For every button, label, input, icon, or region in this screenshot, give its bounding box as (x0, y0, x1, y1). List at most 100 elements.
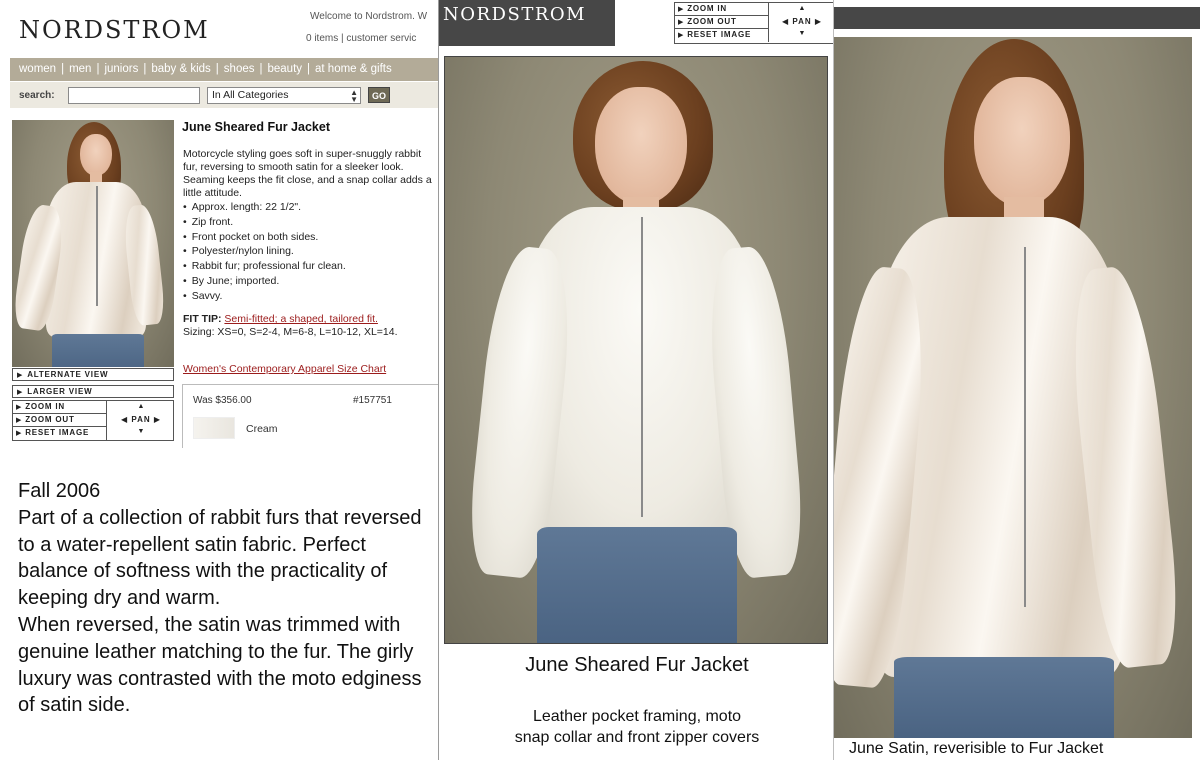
nav-baby-kids[interactable]: baby & kids (151, 63, 210, 75)
enlarged-view-window: NORDSTROM ▶ ZOOM IN ▶ ZOOM OUT ▶ RESET IMAG… (438, 0, 834, 760)
caption-line: Leather pocket framing, moto (532, 708, 742, 725)
pan-left-icon[interactable]: ◀ (782, 17, 789, 26)
zoom-in-button[interactable]: ▶ ZOOM IN (13, 401, 107, 414)
reset-image-button[interactable]: ▶ RESET IMAGE (675, 29, 769, 42)
window-header: NORDSTROM (439, 0, 615, 46)
fit-tip-link[interactable]: Semi-fitted; a shaped, tailored fit. (224, 313, 378, 325)
nav-separator: | (96, 63, 100, 75)
sizing-text: Sizing: XS=0, S=2-4, M=6-8, L=10-12, XL=… (183, 326, 398, 338)
product-features: Approx. length: 22 1/2". Zip front. Fron… (183, 200, 438, 304)
item-number: #157751 (353, 395, 392, 406)
image-caption: Leather pocket framing, moto snap collar… (439, 706, 833, 748)
pan-label: PAN (792, 17, 812, 26)
category-select[interactable]: In All Categories ▲ ▼ (207, 87, 361, 104)
pan-left-icon[interactable]: ◀ (121, 415, 128, 424)
feature-item: Approx. length: 22 1/2". (183, 200, 438, 215)
window-header-bar (834, 7, 1200, 29)
zipper-shape (96, 186, 98, 306)
image-caption: June Satin, reverisible to Fur Jacket (849, 740, 1104, 757)
nav-separator: | (61, 63, 65, 75)
reset-image-button[interactable]: ▶ RESET IMAGE (13, 427, 107, 440)
nav-home-gifts[interactable]: at home & gifts (315, 63, 392, 75)
feature-item: Savvy. (183, 289, 438, 304)
pan-control[interactable]: ▲ ◀ PAN ▶ ▼ (770, 3, 833, 42)
alternate-view-label: ALTERNATE VIEW (27, 370, 109, 379)
zoom-out-button[interactable]: ▶ ZOOM OUT (675, 16, 769, 29)
larger-view-label: LARGER VIEW (27, 387, 93, 396)
face-shape (974, 77, 1070, 207)
welcome-text: Welcome to Nordstrom. W (310, 11, 428, 22)
reset-image-label: RESET IMAGE (25, 428, 90, 437)
nav-shoes[interactable]: shoes (224, 63, 255, 75)
nav-separator: | (143, 63, 147, 75)
play-icon: ▶ (678, 19, 685, 26)
feature-item: Zip front. (183, 215, 438, 230)
collection-story: Fall 2006 Part of a collection of rabbit… (18, 478, 434, 719)
alternate-view-button[interactable]: ▶ ALTERNATE VIEW (12, 368, 174, 381)
nav-separator: | (215, 63, 219, 75)
feature-item: Polyester/nylon lining. (183, 244, 438, 259)
play-icon: ▶ (16, 404, 23, 411)
face-shape (595, 87, 687, 205)
was-price: Was $356.00 (193, 395, 252, 406)
pan-control[interactable]: ▲ ◀ PAN ▶ ▼ (109, 401, 173, 440)
color-name: Cream (246, 423, 278, 435)
product-title: June Sheared Fur Jacket (182, 120, 330, 134)
zoom-out-label: ZOOM OUT (25, 415, 75, 424)
zoom-in-label: ZOOM IN (687, 4, 728, 13)
jeans-shape (894, 657, 1114, 738)
search-input[interactable] (68, 87, 200, 104)
zoom-in-label: ZOOM IN (25, 402, 66, 411)
pan-right-icon[interactable]: ▶ (815, 17, 822, 26)
image-title: June Sheared Fur Jacket (525, 654, 749, 676)
face-shape (80, 134, 112, 176)
fit-tip-label: FIT TIP: (183, 313, 222, 325)
play-icon: ▶ (678, 32, 685, 39)
zoom-controls: ▶ ZOOM IN ▶ ZOOM OUT ▶ RESET IMAGE ▲ ◀ PAN … (674, 2, 833, 44)
search-bar: search: In All Categories ▲ ▼ GO (10, 82, 440, 108)
feature-item: By June; imported. (183, 274, 438, 289)
jeans-shape (52, 334, 144, 367)
select-arrows-icon: ▲ ▼ (350, 88, 358, 104)
zoom-out-button[interactable]: ▶ ZOOM OUT (13, 414, 107, 427)
product-page: NORDSTROM Welcome to Nordstrom. W 0 item… (0, 0, 440, 760)
size-chart-link[interactable]: Women's Contemporary Apparel Size Chart (183, 363, 386, 375)
nav-beauty[interactable]: beauty (267, 63, 302, 75)
pan-right-icon[interactable]: ▶ (154, 415, 161, 424)
nav-separator: | (259, 63, 263, 75)
go-button[interactable]: GO (368, 87, 390, 103)
utility-links[interactable]: 0 items | customer servic (306, 33, 416, 44)
pan-down-icon[interactable]: ▼ (109, 428, 173, 435)
play-icon: ▶ (16, 430, 23, 437)
category-select-value: In All Categories (212, 89, 289, 101)
nav-women[interactable]: women (19, 63, 56, 75)
pan-down-icon[interactable]: ▼ (770, 30, 833, 37)
satin-jacket-image[interactable] (834, 37, 1192, 738)
fur-jacket-image[interactable] (444, 56, 828, 644)
play-icon: ▶ (16, 417, 23, 424)
product-thumbnail-image[interactable] (12, 120, 174, 367)
larger-view-button[interactable]: ▶ LARGER VIEW (12, 385, 174, 398)
play-icon: ▶ (17, 372, 24, 379)
pan-up-icon[interactable]: ▲ (109, 403, 173, 410)
product-description: Motorcycle styling goes soft in super-sn… (183, 148, 432, 199)
pan-row: ◀ PAN ▶ (109, 415, 173, 424)
price-box: Was $356.00 #157751 Cream (182, 384, 438, 448)
feature-item: Front pocket on both sides. (183, 230, 438, 245)
story-paragraph: When reversed, the satin was trimmed wit… (18, 613, 422, 717)
nordstrom-logo: NORDSTROM (443, 4, 587, 25)
nordstrom-logo[interactable]: NORDSTROM (19, 16, 210, 44)
main-nav: women | men | juniors | baby & kids | shoes | beau… (10, 58, 440, 81)
nav-men[interactable]: men (69, 63, 91, 75)
pan-row: ◀ PAN ▶ (770, 17, 833, 26)
story-season: Fall 2006 (18, 480, 101, 502)
color-swatch[interactable] (193, 417, 235, 439)
fit-tip: FIT TIP: Semi-fitted; a shaped, tailored… (183, 313, 438, 339)
zoom-in-button[interactable]: ▶ ZOOM IN (675, 3, 769, 16)
search-label: search: (19, 90, 55, 101)
play-icon: ▶ (17, 389, 24, 396)
nav-separator: | (307, 63, 311, 75)
pan-up-icon[interactable]: ▲ (770, 5, 833, 12)
nav-juniors[interactable]: juniors (104, 63, 138, 75)
feature-item: Rabbit fur; professional fur clean. (183, 259, 438, 274)
